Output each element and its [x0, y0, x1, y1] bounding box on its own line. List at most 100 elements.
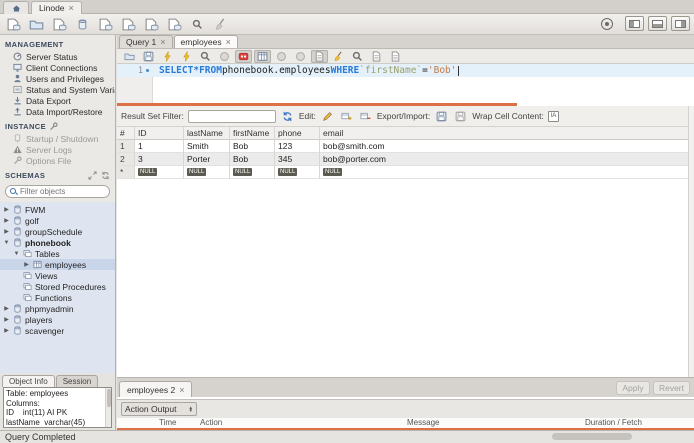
database-column-button[interactable]: [96, 16, 114, 32]
output-type-select[interactable]: Action Output ▲ ▼: [121, 402, 197, 416]
connection-status-button[interactable]: [50, 16, 68, 32]
autocommit-toggle[interactable]: [311, 49, 328, 63]
beautify-button[interactable]: [330, 50, 347, 63]
sql-editor[interactable]: 1 SELECT * FROM phonebook.employees WHER…: [117, 64, 694, 103]
sidebar-item-status-variables[interactable]: Status and System Variables: [0, 84, 115, 95]
schema-node-phonebook[interactable]: ▼ phonebook: [0, 237, 115, 248]
toggle-bottom-panel-button[interactable]: [648, 16, 667, 31]
tab-query-1[interactable]: Query 1 ×: [119, 35, 173, 48]
col-header-email[interactable]: email: [320, 127, 694, 140]
execute-statement-button[interactable]: [159, 50, 176, 63]
invisible-chars-toggle[interactable]: [368, 50, 385, 63]
schema-node-players[interactable]: ▶ players: [0, 314, 115, 325]
instance-config-icon[interactable]: [49, 122, 58, 131]
table-row-placeholder[interactable]: * NULL NULL NULL NULL NULL: [117, 166, 694, 179]
schema-node-golf[interactable]: ▶ golf: [0, 215, 115, 226]
add-row-button[interactable]: [339, 110, 354, 123]
sidebar-item-server-status[interactable]: Server Status: [0, 51, 115, 62]
search-objects-button[interactable]: [188, 16, 206, 32]
object-info-scrollbar[interactable]: [105, 388, 111, 427]
close-icon[interactable]: ×: [69, 3, 74, 13]
schema-node-scavenger[interactable]: ▶ scavenger: [0, 325, 115, 336]
tree-node-functions[interactable]: Functions: [0, 292, 115, 303]
save-script-button[interactable]: [140, 50, 157, 63]
execute-current-button[interactable]: [178, 50, 195, 63]
schema-node-groupschedule[interactable]: ▶ groupSchedule: [0, 226, 115, 237]
col-header-firstname[interactable]: firstName: [230, 127, 275, 140]
edit-record-button[interactable]: [320, 110, 335, 123]
output-col-time[interactable]: Time: [159, 418, 176, 427]
sidebar-item-options-file[interactable]: Options File: [0, 155, 115, 166]
open-sql-script-button[interactable]: [27, 16, 45, 32]
rollback-button[interactable]: [292, 50, 309, 63]
database-add-button[interactable]: [142, 16, 160, 32]
sidebar-item-startup-shutdown[interactable]: Startup / Shutdown: [0, 133, 115, 144]
grid-vertical-scrollbar[interactable]: [688, 106, 694, 377]
sidebar-item-data-import[interactable]: Data Import/Restore: [0, 106, 115, 117]
revert-button[interactable]: Revert: [652, 381, 690, 395]
table-row[interactable]: 2 3 Porter Bob 345 bob@porter.com: [117, 153, 694, 166]
apply-button[interactable]: Apply: [615, 381, 650, 395]
database-button[interactable]: [73, 16, 91, 32]
close-icon[interactable]: ×: [226, 37, 231, 47]
schema-filter-input[interactable]: [20, 187, 100, 196]
col-header-lastname[interactable]: lastName: [184, 127, 230, 140]
stop-button[interactable]: [216, 50, 233, 63]
col-header-id[interactable]: ID: [135, 127, 184, 140]
col-header-phone[interactable]: phone: [275, 127, 320, 140]
delete-row-button[interactable]: [358, 110, 373, 123]
import-records-button[interactable]: [453, 110, 468, 123]
output-col-message[interactable]: Message: [407, 418, 439, 427]
output-col-action[interactable]: Action: [200, 418, 222, 427]
connection-tab-linode[interactable]: Linode ×: [31, 1, 82, 14]
refresh-schemas-icon[interactable]: [101, 171, 110, 180]
expander-icon[interactable]: ▶: [23, 261, 30, 268]
expander-icon[interactable]: ▶: [3, 316, 10, 323]
tab-object-info[interactable]: Object Info: [2, 375, 55, 387]
result-filter-input[interactable]: [187, 109, 276, 123]
sidebar-item-client-connections[interactable]: Client Connections: [0, 62, 115, 73]
toggle-left-panel-button[interactable]: [625, 16, 644, 31]
expand-schemas-icon[interactable]: [88, 171, 97, 180]
explain-button[interactable]: [197, 50, 214, 63]
limit-rows-toggle[interactable]: [254, 49, 271, 63]
expander-icon[interactable]: ▶: [3, 327, 10, 334]
result-tab-employees-2[interactable]: employees 2 ×: [119, 381, 193, 397]
sidebar-item-server-logs[interactable]: Server Logs: [0, 144, 115, 155]
wrap-text-toggle[interactable]: [387, 50, 404, 63]
database-schema-button[interactable]: [119, 16, 137, 32]
col-header-num[interactable]: #: [117, 127, 135, 140]
schema-node-phpmyadmin[interactable]: ▶ phpmyadmin: [0, 303, 115, 314]
sql-statement[interactable]: SELECT * FROM phonebook.employees WHERE …: [159, 64, 459, 77]
tree-node-employees[interactable]: ▶ employees: [0, 259, 115, 270]
sidebar-item-users-privileges[interactable]: Users and Privileges: [0, 73, 115, 84]
expander-icon[interactable]: ▶: [3, 305, 10, 312]
refresh-results-button[interactable]: [280, 110, 295, 123]
output-col-duration[interactable]: Duration / Fetch: [585, 418, 642, 427]
new-query-tab-button[interactable]: [4, 16, 22, 32]
table-row[interactable]: 1 1 Smith Bob 123 bob@smith.com: [117, 140, 694, 153]
tab-employees[interactable]: employees ×: [173, 35, 238, 48]
tree-node-views[interactable]: Views: [0, 270, 115, 281]
migration-button[interactable]: [211, 16, 229, 32]
expander-icon[interactable]: ▶: [3, 217, 10, 224]
database-drop-button[interactable]: [165, 16, 183, 32]
stop-on-error-toggle[interactable]: [235, 49, 252, 63]
preferences-icon[interactable]: [601, 17, 613, 30]
open-file-button[interactable]: [121, 50, 138, 63]
toggle-right-panel-button[interactable]: [671, 16, 690, 31]
horizontal-scrollbar[interactable]: [552, 433, 632, 440]
close-icon[interactable]: ×: [160, 37, 165, 47]
expander-icon[interactable]: ▼: [13, 251, 20, 257]
schema-node-fwm[interactable]: ▶ FWM: [0, 204, 115, 215]
tree-node-stored-procedures[interactable]: Stored Procedures: [0, 281, 115, 292]
wrap-cell-content-toggle[interactable]: IA: [547, 110, 559, 122]
schema-filter-box[interactable]: [5, 185, 110, 198]
tab-session[interactable]: Session: [55, 375, 99, 387]
tree-node-tables[interactable]: ▼ Tables: [0, 248, 115, 259]
expander-icon[interactable]: ▶: [3, 206, 10, 213]
expander-icon[interactable]: ▶: [3, 228, 10, 235]
export-recordset-button[interactable]: [434, 110, 449, 123]
close-icon[interactable]: ×: [179, 385, 184, 395]
expander-icon[interactable]: ▼: [3, 240, 10, 246]
